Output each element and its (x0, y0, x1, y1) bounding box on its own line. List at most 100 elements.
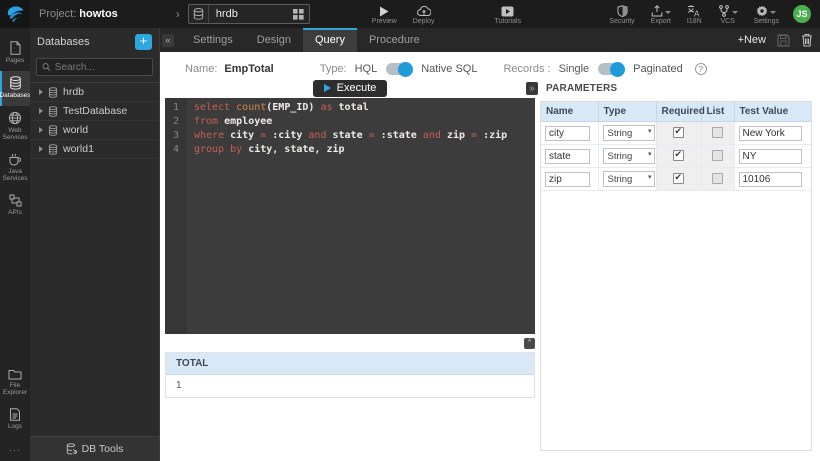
collapse-results-button[interactable]: ^ (524, 338, 535, 349)
type-option-hql[interactable]: HQL (355, 63, 378, 75)
database-icon (189, 5, 209, 23)
help-icon[interactable]: ? (695, 63, 707, 75)
databases-panel: Databases + hrdb TestDatabase (30, 28, 160, 461)
database-list-item[interactable]: TestDatabase (30, 102, 159, 121)
parameter-row: String▾ (541, 122, 811, 145)
databases-panel-header: Databases + (30, 28, 159, 55)
tab-design[interactable]: Design (245, 28, 303, 52)
tab-settings[interactable]: Settings (181, 28, 245, 52)
user-avatar[interactable]: JS (793, 5, 811, 23)
search-input[interactable] (55, 62, 147, 73)
line-number: 1 (165, 101, 187, 115)
records-option-paginated[interactable]: Paginated (633, 63, 683, 75)
database-list-item[interactable]: world (30, 121, 159, 140)
param-required-checkbox[interactable] (673, 127, 684, 138)
export-button[interactable]: Export (651, 4, 671, 25)
folder-icon (8, 368, 22, 380)
code-line[interactable]: 2from employee (165, 115, 535, 129)
expand-caret-icon[interactable] (39, 146, 43, 152)
param-name-input[interactable] (545, 126, 590, 141)
grid-view-icon[interactable] (293, 9, 304, 20)
editor-column: Execute 1select count(EMP_ID) as total2f… (165, 79, 535, 461)
tab-procedure[interactable]: Procedure (357, 28, 432, 52)
param-type-select[interactable]: String (603, 125, 655, 141)
param-required-checkbox[interactable] (673, 150, 684, 161)
sidebar-item-apis[interactable]: APIs (0, 189, 30, 223)
video-icon (501, 4, 514, 17)
save-icon[interactable] (777, 34, 790, 47)
database-list-item[interactable]: hrdb (30, 83, 159, 102)
code-text: select count(EMP_ID) as total (187, 101, 369, 115)
delete-icon[interactable] (801, 33, 813, 47)
param-list-checkbox[interactable] (712, 150, 723, 161)
param-test-value-input[interactable] (739, 126, 802, 141)
param-test-value-input[interactable] (739, 149, 802, 164)
sidebar-item-databases[interactable]: Databases (0, 71, 30, 106)
new-query-button[interactable]: +New (738, 34, 766, 46)
param-test-value-input[interactable] (739, 172, 802, 187)
code-line[interactable]: 3where city = :city and state = :state a… (165, 129, 535, 143)
preview-button[interactable]: Preview (372, 4, 397, 25)
execute-button[interactable]: Execute (313, 80, 388, 97)
translate-icon: A (687, 4, 701, 17)
chevron-down-icon (665, 11, 671, 14)
tutorials-button[interactable]: Tutorials (495, 4, 522, 25)
records-toggle[interactable] (598, 63, 624, 75)
param-name-input[interactable] (545, 149, 590, 164)
page-icon (9, 41, 22, 55)
expand-caret-icon[interactable] (39, 108, 43, 114)
line-number: 4 (165, 143, 187, 157)
add-database-button[interactable]: + (135, 34, 152, 50)
i18n-button[interactable]: A I18N (687, 4, 702, 25)
breadcrumb-chevron-icon: › (176, 7, 180, 21)
code-line[interactable]: 1select count(EMP_ID) as total (165, 101, 535, 115)
wavemaker-logo-icon (6, 5, 25, 24)
tab-query[interactable]: Query (303, 28, 357, 52)
sidebar-item-java-services[interactable]: Java Services (0, 148, 30, 189)
param-type-select[interactable]: String (603, 148, 655, 164)
database-list-item[interactable]: world1 (30, 140, 159, 159)
type-option-native-sql[interactable]: Native SQL (421, 63, 477, 75)
parameter-row: String▾ (541, 145, 811, 168)
sql-editor[interactable]: 1select count(EMP_ID) as total2from empl… (165, 98, 535, 334)
param-list-checkbox[interactable] (712, 173, 723, 184)
results-header: TOTAL (166, 353, 534, 375)
sidebar-item-logs[interactable]: Logs (0, 403, 30, 437)
database-icon (48, 144, 58, 155)
app-logo[interactable] (0, 0, 30, 28)
type-toggle[interactable] (386, 63, 412, 75)
app-window: Project:howtos › hrdb Preview Deploy Tut… (0, 0, 820, 461)
sidebar-item-file-explorer[interactable]: File Explorer (0, 363, 30, 403)
parameters-table: Name Type Required List Test Value Strin… (541, 102, 811, 191)
shield-icon (617, 4, 628, 17)
more-options-icon[interactable]: ··· (0, 437, 30, 461)
sidebar-item-web-services[interactable]: Web Services (0, 106, 30, 148)
branch-icon (718, 5, 730, 17)
param-name-input[interactable] (545, 172, 590, 187)
database-name: world (63, 124, 88, 136)
database-selector[interactable]: hrdb (188, 4, 310, 24)
sidebar-item-pages[interactable]: Pages (0, 36, 30, 71)
param-required-checkbox[interactable] (673, 173, 684, 184)
play-icon (324, 84, 331, 92)
query-name-value[interactable]: EmpTotal (224, 63, 273, 75)
project-label: Project: (39, 8, 76, 20)
chevron-down-icon (732, 11, 738, 14)
db-tools-button[interactable]: DB Tools (30, 436, 159, 461)
expand-editor-button[interactable]: » (526, 82, 538, 95)
vcs-button[interactable]: VCS (718, 4, 738, 25)
expand-caret-icon[interactable] (39, 89, 43, 95)
records-option-single[interactable]: Single (559, 63, 590, 75)
expand-caret-icon[interactable] (39, 127, 43, 133)
code-line[interactable]: 4group by city, state, zip (165, 143, 535, 157)
database-search-box[interactable] (36, 58, 153, 76)
database-list: hrdb TestDatabase world world1 (30, 82, 159, 436)
code-text: from employee (187, 115, 272, 129)
security-button[interactable]: Security (609, 4, 634, 25)
deploy-button[interactable]: Deploy (413, 4, 435, 25)
param-type-select[interactable]: String (603, 171, 655, 187)
coffee-icon (8, 153, 22, 166)
collapse-panel-button[interactable]: « (162, 34, 174, 47)
param-list-checkbox[interactable] (712, 127, 723, 138)
settings-button[interactable]: Settings (754, 4, 779, 25)
